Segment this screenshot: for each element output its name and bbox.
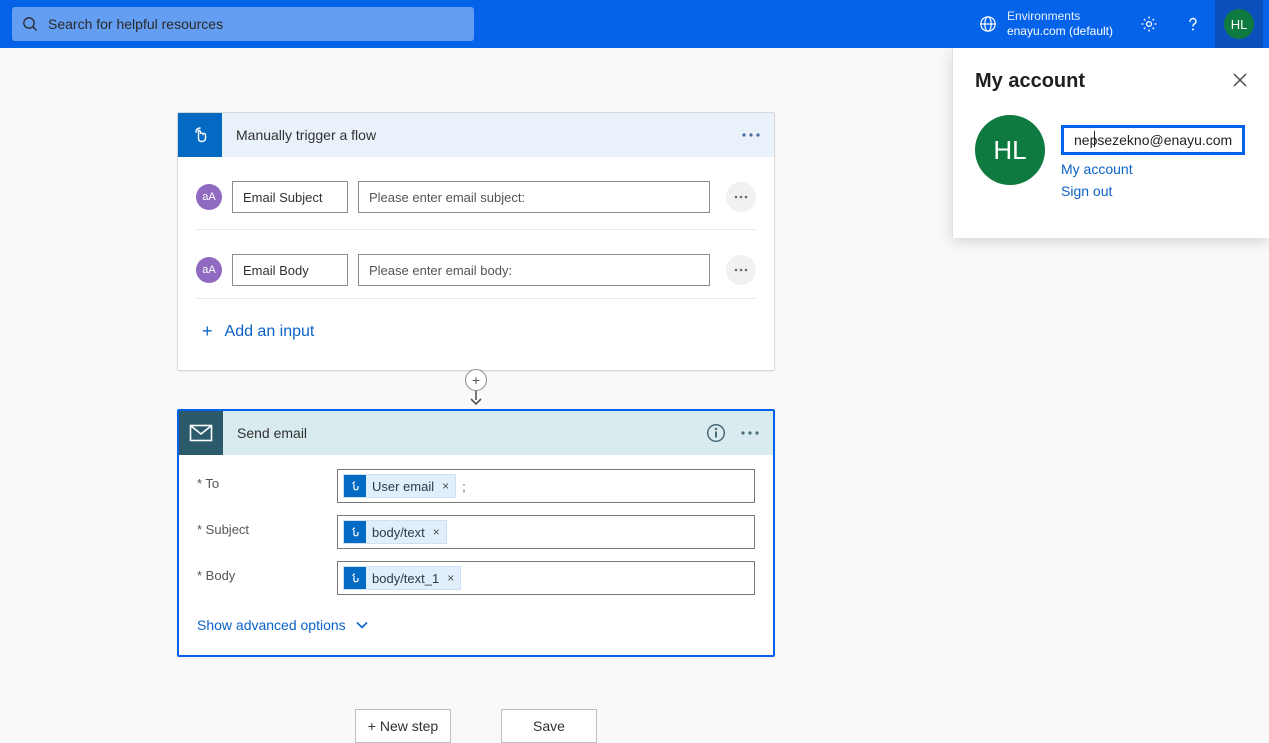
ellipsis-icon (734, 195, 748, 199)
show-advanced-options[interactable]: Show advanced options (197, 607, 755, 647)
add-input-button[interactable]: + Add an input (196, 298, 756, 364)
new-step-button[interactable]: + New step (355, 709, 451, 743)
field-row-subject: * Subject body/text × (197, 515, 755, 549)
action-title: Send email (237, 425, 699, 441)
account-panel: My account HL nepsezekno@enayu.com My ac… (952, 48, 1269, 238)
token-body-text[interactable]: body/text × (343, 520, 447, 544)
touch-icon (189, 124, 211, 146)
bottom-buttons: + New step Save (177, 709, 775, 743)
search-box[interactable] (12, 7, 474, 41)
environment-label: Environments (1007, 9, 1113, 24)
subject-field[interactable]: body/text × (337, 515, 755, 549)
text-caret (1094, 131, 1095, 147)
ellipsis-icon (741, 431, 759, 435)
top-bar: Environments enayu.com (default) HL (0, 0, 1269, 48)
token-label: body/text (372, 525, 425, 540)
account-name (1061, 115, 1245, 119)
panel-title: My account (975, 70, 1085, 93)
panel-close-button[interactable] (1233, 73, 1247, 90)
field-label: * Body (197, 561, 337, 583)
trigger-input-row: aA Email Subject Please enter email subj… (196, 169, 756, 225)
to-suffix: ; (462, 479, 466, 494)
token-user-email[interactable]: User email × (343, 474, 456, 498)
mail-icon (189, 424, 213, 442)
account-email: nepsezekno@enayu.com (1074, 132, 1232, 148)
input-value-field[interactable]: Please enter email body: (358, 254, 710, 286)
field-row-to: * To User email × ; (197, 469, 755, 503)
account-avatar: HL (975, 115, 1045, 185)
action-header[interactable]: Send email (179, 411, 773, 455)
input-value-field[interactable]: Please enter email subject: (358, 181, 710, 213)
avatar: HL (1224, 9, 1254, 39)
trigger-title: Manually trigger a flow (236, 127, 734, 143)
info-icon (706, 423, 726, 443)
account-links: nepsezekno@enayu.com My account Sign out (1061, 115, 1245, 199)
to-field[interactable]: User email × ; (337, 469, 755, 503)
token-icon (344, 475, 366, 497)
input-row-menu[interactable] (726, 255, 756, 285)
advanced-label: Show advanced options (197, 617, 346, 633)
plus-icon: + (202, 321, 213, 342)
trigger-body: aA Email Subject Please enter email subj… (178, 157, 774, 370)
add-input-label: Add an input (225, 323, 315, 341)
field-label: * Subject (197, 515, 337, 537)
chevron-down-icon (356, 621, 368, 629)
settings-button[interactable] (1127, 0, 1171, 48)
ellipsis-icon (742, 133, 760, 137)
input-row-menu[interactable] (726, 182, 756, 212)
text-type-icon: aA (196, 184, 222, 210)
action-card-send-email: Send email * To (177, 409, 775, 657)
trigger-menu-button[interactable] (734, 118, 768, 152)
insert-step-button[interactable]: + (465, 369, 487, 391)
trigger-input-row: aA Email Body Please enter email body: (196, 229, 756, 298)
token-remove[interactable]: × (433, 525, 440, 539)
action-icon (179, 411, 223, 455)
environment-name: enayu.com (default) (1007, 24, 1113, 39)
flow-canvas: Manually trigger a flow aA Email Subject… (0, 48, 952, 723)
close-icon (1233, 73, 1247, 87)
question-icon (1184, 15, 1202, 33)
token-remove[interactable]: × (442, 479, 449, 493)
account-email-highlight[interactable]: nepsezekno@enayu.com (1061, 125, 1245, 155)
globe-icon (979, 15, 997, 33)
environment-picker[interactable]: Environments enayu.com (default) (965, 0, 1127, 48)
token-icon (344, 567, 366, 589)
trigger-header[interactable]: Manually trigger a flow (178, 113, 774, 157)
text-type-icon: aA (196, 257, 222, 283)
token-label: body/text_1 (372, 571, 439, 586)
action-info-button[interactable] (699, 416, 733, 450)
field-label: * To (197, 469, 337, 491)
my-account-link[interactable]: My account (1061, 161, 1245, 177)
sign-out-link[interactable]: Sign out (1061, 183, 1245, 199)
token-body-text-1[interactable]: body/text_1 × (343, 566, 461, 590)
topbar-right: Environments enayu.com (default) HL (965, 0, 1263, 48)
search-icon (22, 16, 38, 32)
token-label: User email (372, 479, 434, 494)
environment-text: Environments enayu.com (default) (1007, 9, 1113, 39)
action-menu-button[interactable] (733, 416, 767, 450)
trigger-icon (178, 113, 222, 157)
save-button[interactable]: Save (501, 709, 597, 743)
token-remove[interactable]: × (447, 571, 454, 585)
search-input[interactable] (48, 16, 464, 32)
ellipsis-icon (734, 268, 748, 272)
field-row-body: * Body body/text_1 × (197, 561, 755, 595)
connector: + (177, 371, 775, 409)
input-name-field[interactable]: Email Body (232, 254, 348, 286)
input-name-field[interactable]: Email Subject (232, 181, 348, 213)
account-body: HL nepsezekno@enayu.com My account Sign … (975, 115, 1247, 199)
account-button[interactable]: HL (1215, 0, 1263, 48)
trigger-card: Manually trigger a flow aA Email Subject… (177, 112, 775, 371)
token-icon (344, 521, 366, 543)
panel-header: My account (975, 70, 1247, 93)
gear-icon (1140, 15, 1158, 33)
action-body: * To User email × ; * Subject (179, 455, 773, 655)
body-field[interactable]: body/text_1 × (337, 561, 755, 595)
help-button[interactable] (1171, 0, 1215, 48)
